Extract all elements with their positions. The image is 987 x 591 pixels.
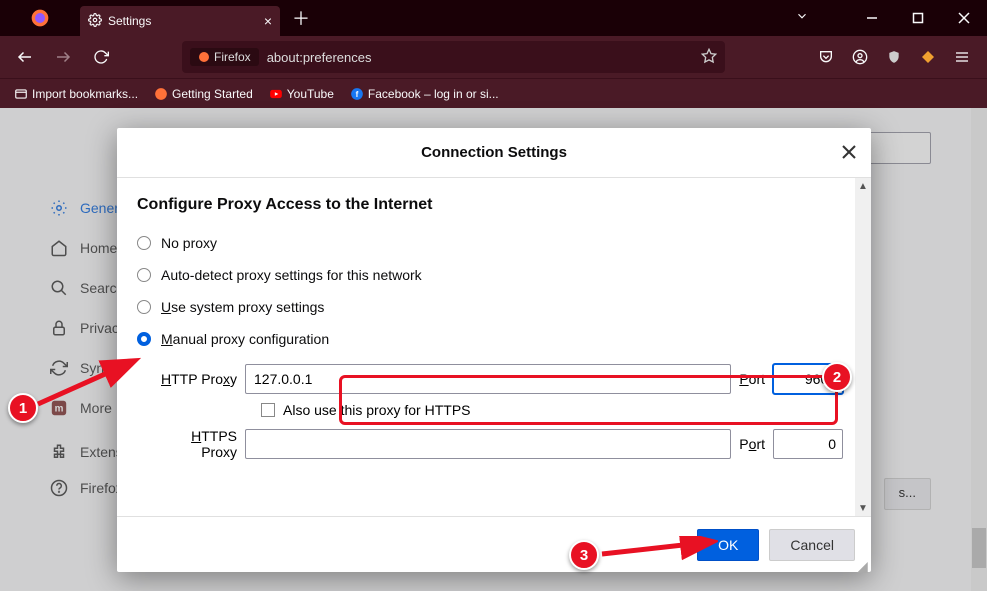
resize-handle-icon[interactable]: ◢ [857, 558, 869, 570]
minimize-button[interactable] [849, 0, 895, 36]
firefox-logo-icon [28, 6, 52, 30]
address-bar[interactable]: Firefox about:preferences [182, 41, 725, 73]
pocket-icon[interactable] [809, 40, 843, 74]
http-proxy-input[interactable] [245, 364, 731, 394]
bookmark-getting-started[interactable]: Getting Started [148, 85, 259, 103]
bookmark-youtube[interactable]: YouTube [263, 85, 340, 103]
radio-no-proxy[interactable]: No proxy [137, 228, 843, 258]
cancel-button[interactable]: Cancel [769, 529, 855, 561]
dialog-heading: Configure Proxy Access to the Internet [137, 196, 843, 214]
gear-icon [88, 13, 102, 30]
dialog-close-button[interactable] [839, 142, 859, 162]
radio-manual-proxy[interactable]: Manual proxy configuration [137, 324, 843, 354]
extension-icon[interactable] [911, 40, 945, 74]
identity-badge: Firefox [190, 48, 259, 66]
tabs-dropdown-icon[interactable] [795, 9, 809, 28]
shield-icon[interactable] [877, 40, 911, 74]
https-port-label: Port [739, 436, 765, 452]
bookmark-star-icon[interactable] [701, 48, 717, 67]
url-text: about:preferences [267, 50, 372, 65]
tab-close-icon[interactable]: × [264, 13, 272, 29]
import-bookmarks[interactable]: Import bookmarks... [8, 85, 144, 103]
radio-use-system[interactable]: Use system proxy settings [137, 292, 843, 322]
radio-auto-detect[interactable]: Auto-detect proxy settings for this netw… [137, 260, 843, 290]
browser-tab[interactable]: Settings × [80, 6, 280, 36]
https-proxy-input[interactable] [245, 429, 731, 459]
svg-text:f: f [356, 89, 359, 98]
new-tab-button[interactable]: ＋ [292, 5, 310, 31]
bookmark-facebook[interactable]: f Facebook – log in or si... [344, 85, 505, 103]
http-port-input[interactable] [773, 364, 843, 394]
dialog-scrollbar[interactable]: ▲▼ [855, 178, 871, 516]
https-proxy-label: HTTPS Proxy [159, 428, 237, 460]
account-icon[interactable] [843, 40, 877, 74]
https-port-input[interactable] [773, 429, 843, 459]
dialog-title: Connection Settings [421, 144, 567, 161]
ok-button[interactable]: OK [697, 529, 759, 561]
reload-button[interactable] [84, 40, 118, 74]
tab-title: Settings [108, 14, 151, 28]
close-window-button[interactable] [941, 0, 987, 36]
back-button[interactable] [8, 40, 42, 74]
app-menu-button[interactable] [945, 40, 979, 74]
http-proxy-label: HTTP Proxy [159, 371, 237, 387]
http-port-label: Port [739, 371, 765, 387]
forward-button [46, 40, 80, 74]
also-use-https-checkbox[interactable]: Also use this proxy for HTTPS [261, 402, 843, 418]
maximize-button[interactable] [895, 0, 941, 36]
connection-settings-dialog: Connection Settings Configure Proxy Acce… [117, 128, 871, 572]
